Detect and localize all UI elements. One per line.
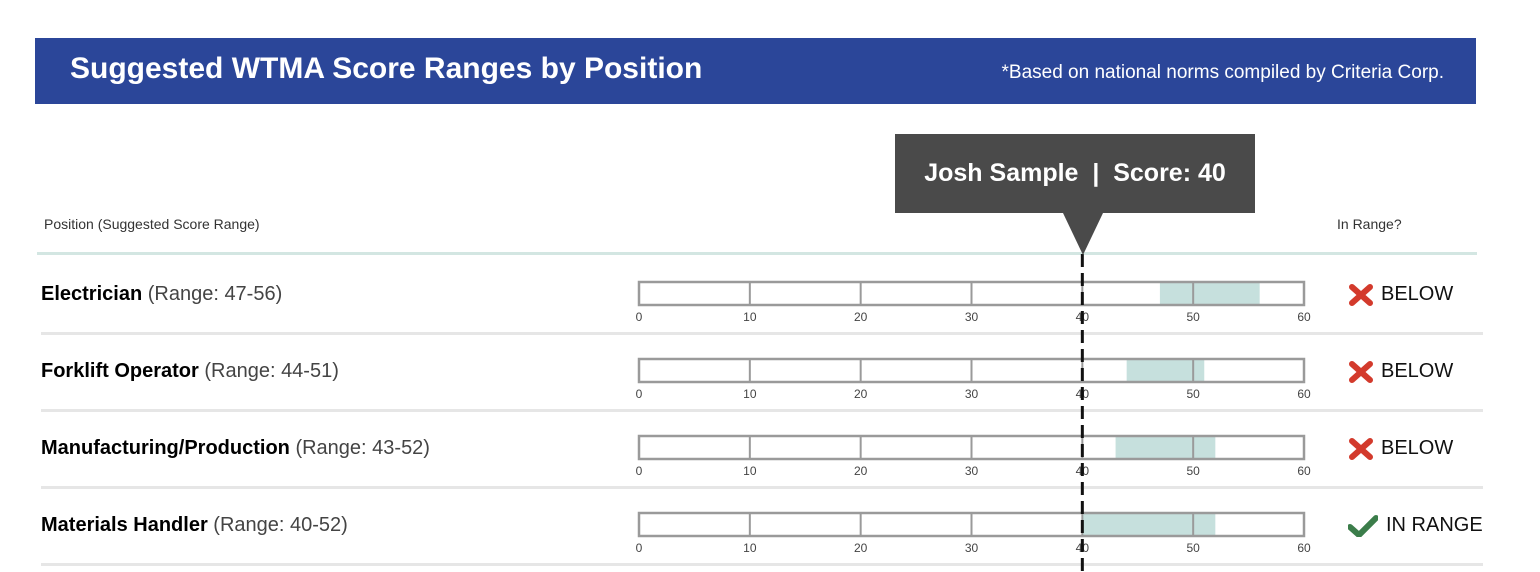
tick-label: 50 (1186, 310, 1200, 324)
tick-label: 50 (1186, 464, 1200, 478)
tick-label: 20 (854, 464, 868, 478)
tick-label: 20 (854, 541, 868, 555)
candidate-score-tooltip: Josh Sample | Score: 40 (895, 134, 1255, 213)
tick-label: 20 (854, 387, 868, 401)
suggested-range-fill (1159, 282, 1260, 305)
tick-label: 50 (1186, 541, 1200, 555)
suggested-range-fill (1115, 436, 1216, 459)
tooltip-arrow (1063, 213, 1103, 255)
tick-label: 30 (965, 541, 979, 555)
tick-label: 0 (636, 541, 643, 555)
tick-label: 0 (636, 310, 643, 324)
tick-label: 10 (743, 387, 757, 401)
tick-label: 30 (965, 464, 979, 478)
tick-label: 60 (1297, 541, 1311, 555)
tick-label: 10 (743, 464, 757, 478)
tick-label: 0 (636, 387, 643, 401)
tick-label: 30 (965, 310, 979, 324)
tick-label: 20 (854, 310, 868, 324)
tick-label: 60 (1297, 387, 1311, 401)
tick-label: 60 (1297, 464, 1311, 478)
tick-label: 0 (636, 464, 643, 478)
tick-label: 30 (965, 387, 979, 401)
tick-label: 50 (1186, 387, 1200, 401)
tick-label: 10 (743, 310, 757, 324)
suggested-range-fill (1082, 513, 1216, 536)
tick-label: 10 (743, 541, 757, 555)
tick-label: 60 (1297, 310, 1311, 324)
score-range-chart: 0102030405060010203040506001020304050600… (636, 254, 1311, 572)
